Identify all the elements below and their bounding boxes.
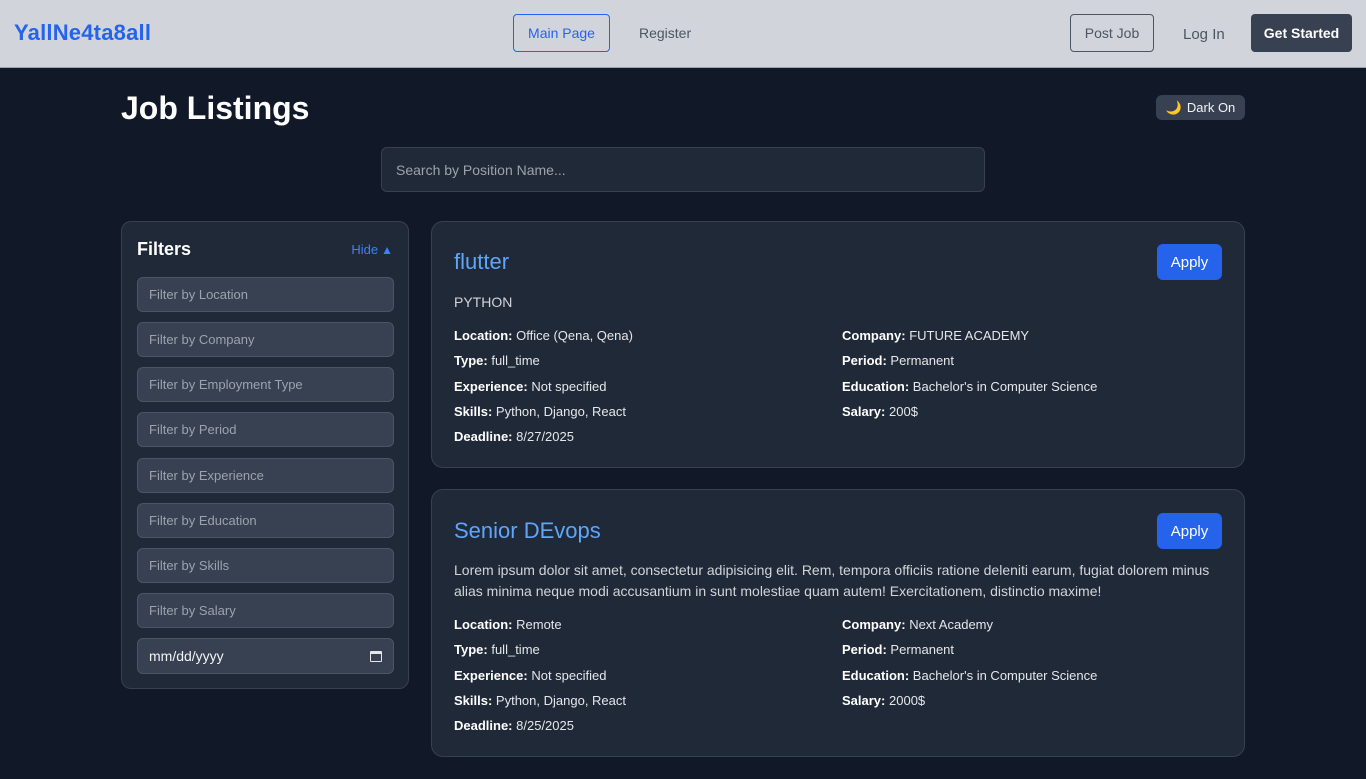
job-education: Education: Bachelor's in Computer Scienc… bbox=[842, 379, 1098, 394]
filter-skills-input[interactable] bbox=[137, 548, 394, 583]
filter-experience-input[interactable] bbox=[137, 458, 394, 493]
log-in-link[interactable]: Log In bbox=[1183, 26, 1225, 43]
filters-title: Filters bbox=[137, 239, 192, 259]
job-deadline: Deadline: 8/25/2025 bbox=[454, 718, 574, 733]
filters-panel: Filters Hide ▲ mm/dd/yyyy bbox=[121, 221, 409, 689]
job-experience: Experience: Not specified bbox=[454, 668, 607, 683]
job-deadline: Deadline: 8/27/2025 bbox=[454, 429, 574, 444]
job-company: Company: Next Academy bbox=[842, 617, 994, 632]
job-location: Location: Remote bbox=[454, 617, 562, 632]
job-card: flutter Apply PYTHON Location: Office (Q… bbox=[431, 221, 1245, 468]
job-title[interactable]: flutter bbox=[454, 249, 509, 275]
job-location: Location: Office (Qena, Qena) bbox=[454, 328, 633, 343]
job-type: Type: full_time bbox=[454, 353, 540, 368]
job-company: Company: FUTURE ACADEMY bbox=[842, 328, 1030, 343]
job-period: Period: Permanent bbox=[842, 642, 955, 657]
job-card: Senior DEvops Apply Lorem ipsum dolor si… bbox=[431, 489, 1245, 757]
job-period: Period: Permanent bbox=[842, 353, 955, 368]
triangle-up-icon: ▲ bbox=[381, 242, 393, 257]
apply-button[interactable]: Apply bbox=[1157, 244, 1222, 280]
post-job-button[interactable]: Post Job bbox=[1070, 14, 1154, 52]
job-experience: Experience: Not specified bbox=[454, 379, 607, 394]
filter-location-input[interactable] bbox=[137, 277, 394, 312]
filter-education-input[interactable] bbox=[137, 503, 394, 538]
job-education: Education: Bachelor's in Computer Scienc… bbox=[842, 668, 1098, 683]
calendar-icon[interactable] bbox=[370, 650, 382, 662]
search-input[interactable] bbox=[381, 147, 985, 192]
job-skills: Skills: Python, Django, React bbox=[454, 693, 626, 708]
job-type: Type: full_time bbox=[454, 642, 540, 657]
moon-icon: 🌙 bbox=[1165, 99, 1182, 115]
job-salary: Salary: 200$ bbox=[842, 404, 918, 419]
filter-salary-input[interactable] bbox=[137, 593, 394, 628]
job-description: Lorem ipsum dolor sit amet, consectetur … bbox=[454, 562, 1210, 599]
get-started-button[interactable]: Get Started bbox=[1251, 14, 1352, 52]
dark-mode-label: Dark On bbox=[1186, 100, 1236, 115]
job-skills: Skills: Python, Django, React bbox=[454, 404, 626, 419]
job-salary: Salary: 2000$ bbox=[842, 693, 926, 708]
filter-employment-type-input[interactable] bbox=[137, 367, 394, 402]
main-page-button[interactable]: Main Page bbox=[513, 14, 610, 52]
register-link[interactable]: Register bbox=[639, 25, 691, 41]
hide-filters-button[interactable]: Hide ▲ bbox=[351, 242, 393, 257]
filter-period-input[interactable] bbox=[137, 412, 394, 447]
job-description: PYTHON bbox=[454, 294, 513, 310]
apply-button[interactable]: Apply bbox=[1157, 513, 1222, 549]
brand-logo[interactable]: YallNe4ta8all bbox=[14, 20, 151, 46]
date-placeholder: mm/dd/yyyy bbox=[149, 648, 224, 664]
deadline-date-input[interactable]: mm/dd/yyyy bbox=[137, 638, 394, 674]
filter-company-input[interactable] bbox=[137, 322, 394, 357]
dark-mode-toggle[interactable]: 🌙 Dark On bbox=[1156, 95, 1245, 120]
job-title[interactable]: Senior DEvops bbox=[454, 518, 601, 544]
navbar: YallNe4ta8all Main Page Register Post Jo… bbox=[0, 0, 1366, 68]
hide-filters-label: Hide bbox=[351, 242, 379, 257]
page-title: Job Listings bbox=[121, 90, 310, 126]
